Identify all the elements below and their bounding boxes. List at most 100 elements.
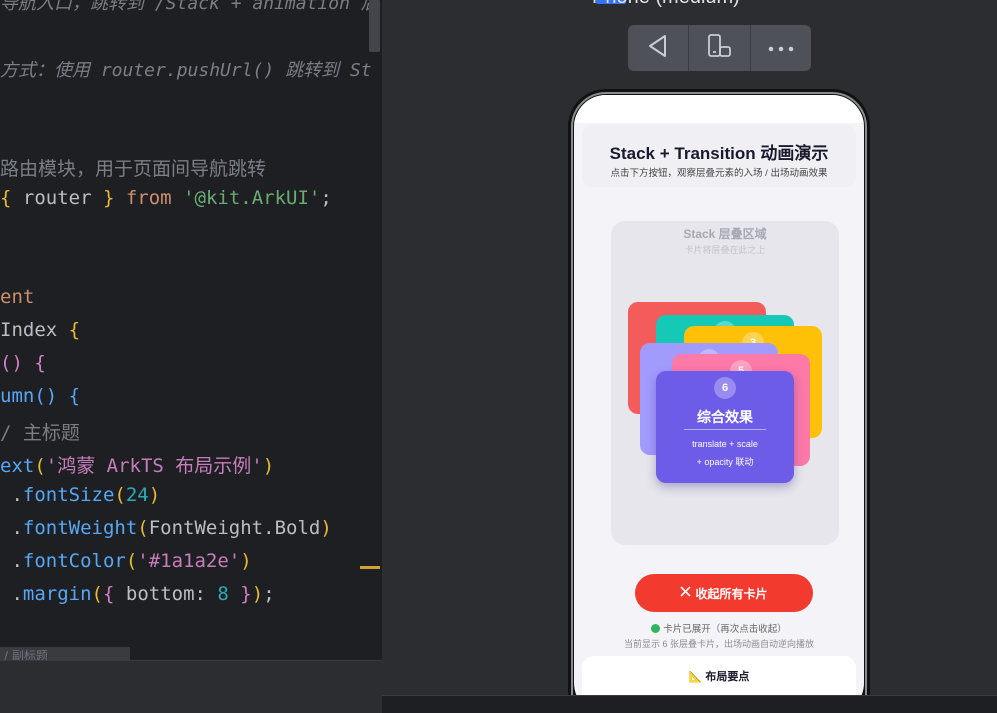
- stack-area-subtitle: 卡片将层叠在此之上: [684, 245, 766, 255]
- code-token: from: [114, 187, 184, 209]
- code-token: .: [0, 550, 23, 572]
- stack-area-title: Stack 层叠区域: [683, 227, 767, 241]
- code-token: ): [262, 455, 275, 477]
- code-line[interactable]: umn() {: [0, 385, 80, 407]
- stack-card-front[interactable]: 6 综合效果 translate + scale + opacity 联动: [656, 371, 794, 483]
- code-token: ): [240, 550, 252, 572]
- code-token: ): [320, 517, 332, 539]
- code-token: {: [22, 352, 46, 374]
- front-card-title: 综合效果: [697, 409, 753, 425]
- code-line[interactable]: ent: [0, 286, 34, 308]
- code-token: {: [68, 319, 81, 341]
- close-icon: [680, 586, 692, 600]
- front-card-desc-line2: + opacity 联动: [696, 457, 754, 467]
- code-token: (: [114, 484, 126, 506]
- editor-change-marker: [360, 566, 380, 569]
- code-token: 路由模块，用于页面间导航跳转: [0, 158, 267, 180]
- page-title: Stack + Transition 动画演示: [609, 144, 829, 163]
- code-line[interactable]: .fontWeight(FontWeight.Bold): [0, 517, 332, 539]
- rotate-device-button[interactable]: [689, 25, 751, 71]
- code-token: }: [228, 583, 252, 605]
- code-token: :: [194, 583, 218, 605]
- collapse-cards-button[interactable]: 收起所有卡片: [635, 574, 813, 612]
- code-token: / 主标题: [0, 422, 80, 444]
- previewer-pane: Phone (medium) Stack + Transition 动画演示 点…: [382, 0, 997, 712]
- code-token: .: [0, 517, 23, 539]
- code-line[interactable]: .fontSize(24): [0, 484, 160, 506]
- code-token: '鸿蒙 ArkTS 布局示例': [45, 455, 263, 477]
- editor-next-line-comment: / 副标题: [0, 647, 130, 660]
- code-token: '#1a1a2e': [137, 550, 241, 572]
- code-line[interactable]: / 主标题: [0, 418, 80, 445]
- front-card-desc-line1: translate + scale: [692, 439, 758, 449]
- status-text: 卡片已展开（再次点击收起）: [574, 621, 864, 635]
- code-line[interactable]: { router } from '@kit.ArkUI';: [0, 187, 332, 209]
- code-line[interactable]: .margin({ bottom: 8 });: [0, 583, 275, 605]
- code-token: Index: [0, 319, 69, 341]
- code-token: fontSize: [22, 484, 115, 506]
- device-title: Phone (medium): [592, 0, 740, 9]
- code-token: ext: [0, 455, 35, 477]
- status-dot-icon: [651, 624, 661, 633]
- code-token: ;: [320, 187, 332, 209]
- code-token: ent: [0, 286, 35, 308]
- code-token: 方式：使用 router.pushUrl() 跳转到 St: [0, 60, 372, 81]
- more-options-button[interactable]: [751, 25, 811, 71]
- code-token: 24: [125, 484, 149, 506]
- code-token: (): [0, 352, 23, 374]
- code-line[interactable]: 路由模块，用于页面间导航跳转: [0, 154, 266, 181]
- code-line[interactable]: 导航入口，跳转到 /Stack + animation 后: [0, 0, 379, 15]
- code-line[interactable]: 方式：使用 router.pushUrl() 跳转到 St: [0, 56, 372, 82]
- back-triangle-icon: [645, 33, 671, 63]
- code-token: ): [148, 484, 161, 506]
- code-line[interactable]: () {: [0, 352, 46, 374]
- code-token: .: [0, 583, 23, 605]
- stack-area: Stack 层叠区域 卡片将层叠在此之上 3 5 6 综合效果 translat…: [611, 221, 839, 545]
- triangle-ruler-icon: 📐: [688, 671, 703, 683]
- code-token: .: [0, 484, 23, 506]
- code-token: ): [251, 583, 264, 605]
- previewer-bottom-bar: [382, 695, 997, 712]
- back-button[interactable]: [628, 25, 690, 71]
- status-bar: [574, 95, 864, 123]
- code-token: (: [91, 583, 103, 605]
- code-token: fontWeight: [22, 517, 138, 539]
- code-token: (: [125, 550, 138, 572]
- code-token: FontWeight.Bold: [148, 517, 321, 539]
- status-label: 卡片已展开（再次点击收起）: [663, 624, 787, 635]
- code-token: bottom: [125, 583, 195, 605]
- code-line[interactable]: .fontColor('#1a1a2e'): [0, 550, 252, 572]
- code-token: umn: [0, 385, 35, 407]
- code-token: (: [137, 517, 149, 539]
- phone-frame: Stack + Transition 动画演示 点击下方按钮，观察层叠元素的入场…: [568, 89, 870, 712]
- front-card-divider: [684, 429, 766, 430]
- code-token: 8: [217, 583, 229, 605]
- code-line[interactable]: Index {: [0, 319, 80, 341]
- code-token: 导航入口，跳转到 /Stack + animation 后: [0, 0, 379, 14]
- code-token: {: [0, 187, 23, 209]
- code-editor[interactable]: 导航入口，跳转到 /Stack + animation 后方式：使用 route…: [0, 0, 382, 660]
- editor-scrollbar-thumb[interactable]: [369, 0, 380, 52]
- hint-text: 当前显示 6 张层叠卡片，出场动画自动逆向播放: [623, 639, 814, 649]
- tips-title: 📐 布局要点: [582, 668, 856, 684]
- code-token: (: [34, 455, 46, 477]
- rotate-device-icon: [704, 33, 734, 63]
- code-token: '@kit.ArkUI': [183, 187, 321, 209]
- collapse-button-label: 收起所有卡片: [695, 586, 768, 601]
- code-line[interactable]: ext('鸿蒙 ArkTS 布局示例'): [0, 451, 274, 478]
- code-token: }: [91, 187, 115, 209]
- header-card: Stack + Transition 动画演示 点击下方按钮，观察层叠元素的入场…: [582, 125, 856, 187]
- previewer-toolbar: [628, 25, 811, 71]
- code-token: margin: [22, 583, 92, 605]
- code-token: fontColor: [22, 550, 126, 572]
- phone-screen[interactable]: Stack + Transition 动画演示 点击下方按钮，观察层叠元素的入场…: [574, 95, 864, 712]
- more-dots-icon: [766, 39, 796, 58]
- code-token: (): [34, 385, 58, 407]
- code-token: ;: [263, 583, 275, 605]
- tips-title-label: 布局要点: [705, 671, 750, 683]
- card-badge: 6: [714, 377, 736, 399]
- code-token: {: [102, 583, 126, 605]
- code-token: {: [57, 385, 81, 407]
- editor-bottom-panel: [0, 660, 382, 713]
- page-subtitle: 点击下方按钮，观察层叠元素的入场 / 出场动画效果: [610, 168, 828, 179]
